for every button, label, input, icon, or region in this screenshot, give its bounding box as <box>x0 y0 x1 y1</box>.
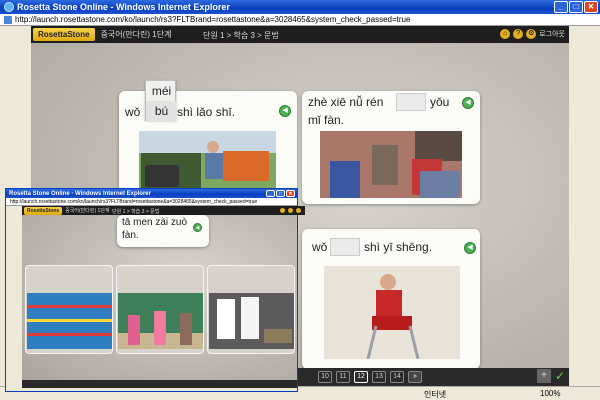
sentence-middle: yǒu <box>430 95 450 109</box>
image-tile-cooking[interactable] <box>207 265 295 354</box>
inner-close-button[interactable]: ✕ <box>286 190 295 197</box>
image-tile-swimming[interactable] <box>25 265 113 354</box>
breadcrumb: 단원 1 > 학습 3 > 문법 <box>203 31 279 40</box>
answer-blank[interactable] <box>396 93 426 111</box>
ie-icon <box>4 2 14 12</box>
logout-link[interactable]: 로그아웃 <box>539 29 565 39</box>
page-14[interactable]: 14 <box>390 371 404 383</box>
address-url[interactable]: http://launch.rosettastone.com/ko/launch… <box>15 15 410 24</box>
swimming-photo <box>27 293 112 349</box>
inner-course-level[interactable]: 중국어(만다린) 1단계 <box>65 207 109 214</box>
inner-prompt-card[interactable]: tā men zài zuò fàn. ◀ <box>117 215 209 247</box>
page-10[interactable]: 10 <box>318 371 332 383</box>
choice-mei[interactable]: méi <box>146 81 177 101</box>
inner-breadcrumb: 단원 1 > 학습 3 > 문법 <box>112 209 160 215</box>
choice-bu[interactable]: bú <box>146 101 177 121</box>
inner-lesson-stage: tā men zài zuò fàn. ◀ <box>22 215 297 380</box>
speaker-icon[interactable]: ◀ <box>279 105 291 117</box>
inner-window-controls: _ □ ✕ <box>266 190 295 197</box>
page-11[interactable]: 11 <box>336 371 350 383</box>
page-13[interactable]: 13 <box>372 371 386 383</box>
zoom-level[interactable]: 100% <box>540 389 560 398</box>
inner-maximize-button[interactable]: □ <box>276 190 285 197</box>
check-icon[interactable]: ✓ <box>553 369 567 383</box>
inner-settings-icon[interactable] <box>296 208 301 213</box>
women-reading-photo <box>320 131 462 198</box>
inner-minimize-button[interactable]: _ <box>266 190 275 197</box>
sentence-start: zhè xiē nǚ rén <box>308 95 384 109</box>
inner-logo: RosettaStone <box>24 206 63 215</box>
window-title: Rosetta Stone Online - Windows Internet … <box>17 2 230 12</box>
security-zone: 인터넷 <box>424 390 447 399</box>
sentence-end: shì lǎo shī. <box>177 105 236 119</box>
header-icons: ⌂ ? ⚙ 로그아웃 <box>500 29 565 39</box>
inner-title-bar: Rosetta Stone Online - Windows Internet … <box>6 189 297 198</box>
sentence-start: wǒ <box>125 105 141 119</box>
speaker-icon[interactable]: ◀ <box>193 223 202 232</box>
title-bar: Rosetta Stone Online - Windows Internet … <box>0 0 600 14</box>
cooking-photo <box>209 293 294 349</box>
prompt-line-2: fàn. <box>122 230 139 241</box>
home-icon[interactable]: ⌂ <box>500 29 511 39</box>
inner-header-icons <box>280 208 301 213</box>
add-button[interactable]: + <box>537 369 551 383</box>
answer-blank[interactable] <box>330 238 360 256</box>
help-icon[interactable]: ? <box>513 29 524 39</box>
page-icon <box>4 15 12 24</box>
prompt-line-1: tā men zài zuò <box>122 217 188 228</box>
inner-window-title: Rosetta Stone Online - Windows Internet … <box>9 190 151 197</box>
inner-address-bar[interactable]: http://launch.rosettastone.com/ko/launch… <box>6 198 297 206</box>
inner-help-icon[interactable] <box>288 208 293 213</box>
maximize-button[interactable]: □ <box>569 1 583 13</box>
lesson-card-3[interactable]: wǒ shì yī shēng. ◀ <box>302 229 480 369</box>
settings-icon[interactable]: ⚙ <box>526 29 537 39</box>
inner-app-header: RosettaStone 중국어(만다린) 1단계 단원 1 > 학습 3 > … <box>22 206 305 215</box>
inner-lesson-footer <box>22 380 297 388</box>
inner-address-url[interactable]: http://launch.rosettastone.com/ko/launch… <box>10 199 257 205</box>
lifeguard-photo <box>324 266 460 359</box>
inner-home-icon[interactable] <box>280 208 285 213</box>
speaker-icon[interactable]: ◀ <box>462 97 474 109</box>
page-12[interactable]: 12 <box>354 371 368 383</box>
teacher-farmer-photo <box>139 131 276 189</box>
answer-choices: méi bú <box>145 80 177 121</box>
pager: 10 11 12 13 14 » <box>318 371 422 383</box>
close-button[interactable]: ✕ <box>584 1 598 13</box>
lesson-card-2[interactable]: zhè xiē nǚ rén yǒu mǐ fàn. ◀ <box>302 91 480 204</box>
window-controls: _ □ ✕ <box>554 1 598 13</box>
next-page-button[interactable]: » <box>408 371 422 383</box>
app-header: RosettaStone 중국어(만다린) 1단계 단원 1 > 학습 3 > … <box>31 26 569 43</box>
minimize-button[interactable]: _ <box>554 1 568 13</box>
course-level[interactable]: 중국어(만다린) 1단계 <box>101 29 172 40</box>
classroom-photo <box>118 293 203 349</box>
image-tile-classroom[interactable] <box>116 265 204 354</box>
sentence-end: mǐ fàn. <box>308 113 345 127</box>
speaker-icon[interactable]: ◀ <box>464 242 476 254</box>
sentence-end: shì yī shēng. <box>364 240 433 254</box>
address-bar[interactable]: http://launch.rosettastone.com/ko/launch… <box>0 14 600 26</box>
sentence-start: wǒ <box>312 240 328 254</box>
inner-browser-window[interactable]: Rosetta Stone Online - Windows Internet … <box>5 188 305 392</box>
rosetta-stone-logo: RosettaStone <box>33 28 95 41</box>
